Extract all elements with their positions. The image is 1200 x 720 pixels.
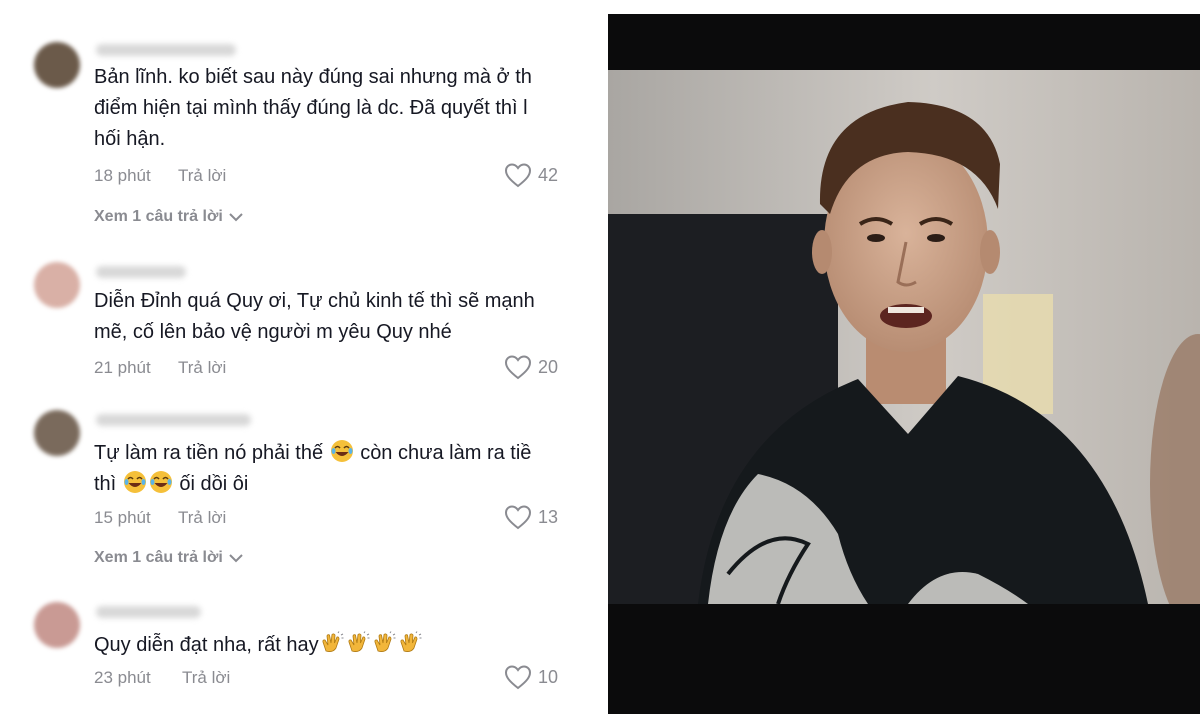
like-button[interactable]: 10 — [504, 664, 558, 690]
comment-text: Bản lĩnh. ko biết sau này đúng sai nhưng… — [94, 66, 532, 150]
view-replies-button[interactable]: Xem 1 câu trả lời — [94, 549, 243, 567]
clapping-hands-emoji — [348, 631, 370, 652]
tv-scene-illustration — [608, 70, 1200, 714]
reply-button[interactable]: Trả lời — [178, 358, 226, 378]
tears-of-joy-emoji — [330, 440, 353, 462]
username-blurred[interactable] — [96, 414, 251, 426]
comment-text: Diễn Đỉnh quá Quy ơi, Tự chủ kinh tế thì… — [94, 290, 535, 343]
heart-outline-icon — [504, 163, 532, 188]
heart-outline-icon — [504, 505, 532, 530]
tv-screen-photo — [608, 14, 1200, 714]
avatar[interactable] — [34, 602, 80, 648]
comment-meta: 21 phút Trả lời — [94, 358, 226, 378]
tears-of-joy-emoji — [149, 471, 172, 493]
comment-time: 18 phút — [94, 166, 151, 185]
username-blurred[interactable] — [96, 266, 186, 278]
comment-time: 21 phút — [94, 358, 151, 377]
like-count: 42 — [538, 164, 559, 185]
like-count: 13 — [538, 506, 559, 527]
clapping-hands-emoji — [400, 631, 422, 652]
comment-text: Tự làm ra tiền nó phải thế còn chưa làm … — [94, 438, 594, 500]
username-blurred[interactable] — [96, 44, 236, 56]
comment-thread: Bản lĩnh. ko biết sau này đúng sai nhưng… — [0, 0, 594, 720]
username-blurred[interactable] — [96, 606, 201, 618]
like-button[interactable]: 20 — [504, 354, 558, 380]
heart-outline-icon — [504, 355, 532, 380]
reply-button[interactable]: Trả lời — [178, 508, 226, 528]
heart-outline-icon — [504, 665, 532, 690]
chevron-down-icon — [229, 554, 243, 563]
reply-button[interactable]: Trả lời — [178, 166, 226, 186]
comment-text: Quy diễn đạt nha, rất hay — [94, 630, 594, 661]
comment-meta: 23 phút Trả lời — [94, 668, 230, 688]
view-replies-button[interactable]: Xem 1 câu trả lời — [94, 208, 243, 226]
like-count: 20 — [538, 356, 559, 377]
like-button[interactable]: 42 — [504, 162, 558, 188]
tears-of-joy-emoji — [123, 471, 146, 493]
avatar[interactable] — [34, 42, 80, 88]
like-count: 10 — [538, 666, 559, 687]
clapping-hands-emoji — [322, 631, 344, 652]
avatar[interactable] — [34, 262, 80, 308]
reply-button[interactable]: Trả lời — [182, 668, 230, 688]
comment-meta: 18 phút Trả lời — [94, 166, 226, 186]
comment-meta: 15 phút Trả lời — [94, 508, 226, 528]
chevron-down-icon — [229, 213, 243, 222]
avatar[interactable] — [34, 410, 80, 456]
clapping-hands-emoji — [374, 631, 396, 652]
comment-time: 23 phút — [94, 668, 151, 687]
comment-time: 15 phút — [94, 508, 151, 527]
like-button[interactable]: 13 — [504, 504, 558, 530]
